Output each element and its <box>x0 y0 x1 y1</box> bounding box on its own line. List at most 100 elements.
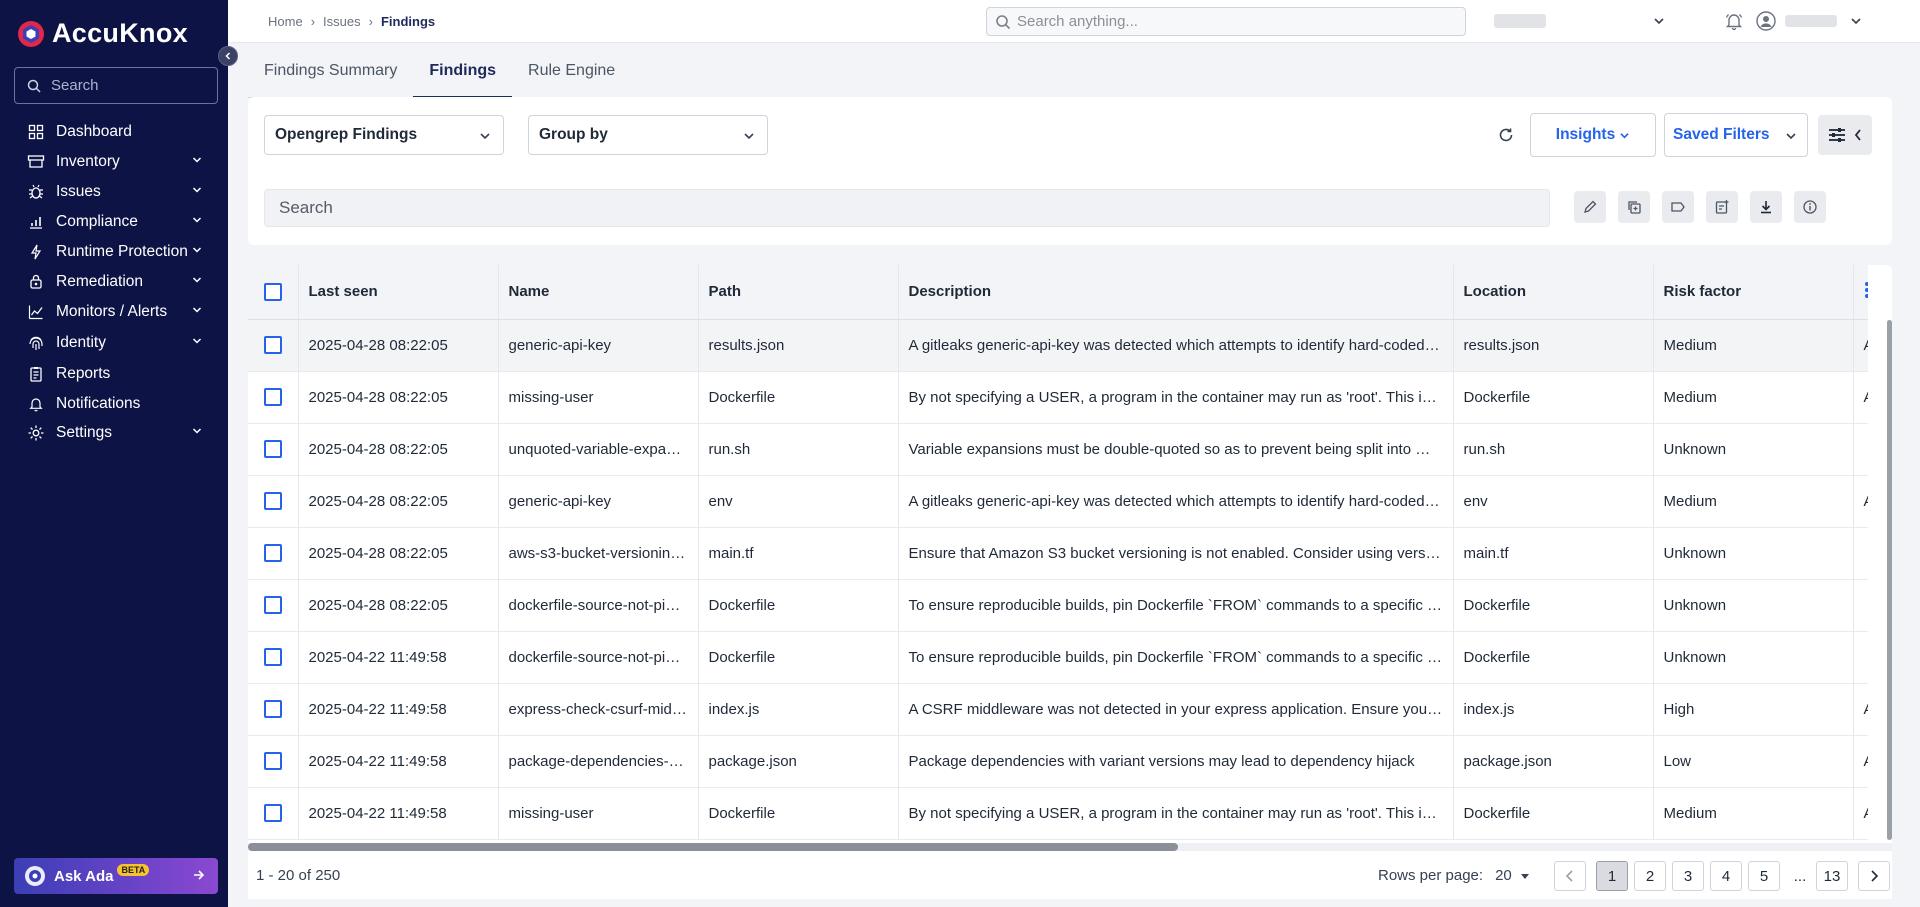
page-button-3[interactable]: 3 <box>1672 861 1704 891</box>
saved-filters-button[interactable]: Saved Filters <box>1664 113 1808 157</box>
cell-description: A CSRF middleware was not detected in yo… <box>898 683 1454 736</box>
insights-button[interactable]: Insights <box>1530 113 1656 157</box>
page-button-1[interactable]: 1 <box>1596 861 1628 891</box>
horizontal-scrollbar-thumb[interactable] <box>248 843 1178 851</box>
tenant-selector[interactable] <box>1494 14 1546 28</box>
wrench-icon <box>26 272 46 292</box>
cell-path: main.tf <box>698 527 899 580</box>
table-row[interactable]: 2025-04-28 08:22:05 missing-user Dockerfil… <box>248 371 1868 424</box>
chevron-right-icon: › <box>368 14 373 29</box>
table-row[interactable]: 2025-04-28 08:22:05 generic-api-key env A g… <box>248 475 1868 528</box>
table-row[interactable]: 2025-04-28 08:22:05 aws-s3-bucket-version… <box>248 527 1868 580</box>
next-page-button[interactable] <box>1858 861 1890 891</box>
group-by-value: Group by <box>539 126 608 143</box>
tab-rule-engine[interactable]: Rule Engine <box>512 58 631 98</box>
chevron-down-icon[interactable] <box>1653 16 1665 26</box>
vertical-scrollbar[interactable] <box>1887 320 1892 840</box>
row-checkbox-cell <box>248 475 299 528</box>
ada-avatar-icon <box>25 866 45 886</box>
refresh-icon[interactable] <box>1497 126 1515 144</box>
column-header-path[interactable]: Path <box>698 265 899 320</box>
chevron-down-icon[interactable] <box>1850 16 1862 26</box>
pencil-icon <box>1584 200 1597 213</box>
row-checkbox-cell <box>248 579 299 632</box>
breadcrumb-issues[interactable]: Issues <box>323 14 361 29</box>
row-checkbox[interactable] <box>264 492 282 511</box>
row-checkbox[interactable] <box>264 440 282 459</box>
column-header-description[interactable]: Description <box>898 265 1454 320</box>
column-header-location[interactable]: Location <box>1453 265 1654 320</box>
download-button[interactable] <box>1750 191 1782 223</box>
more-vertical-icon[interactable] <box>1864 281 1869 299</box>
insights-label: Insights <box>1555 126 1616 143</box>
page-button-4[interactable]: 4 <box>1710 861 1742 891</box>
copy-button[interactable] <box>1618 191 1650 223</box>
page-button-13[interactable]: 13 <box>1816 861 1848 891</box>
column-header-risk-factor[interactable]: Risk factor <box>1653 265 1854 320</box>
prev-page-button[interactable] <box>1554 861 1586 891</box>
user-name <box>1785 15 1837 27</box>
page-button-5[interactable]: 5 <box>1748 861 1780 891</box>
breadcrumb-findings: Findings <box>380 14 436 29</box>
table-row[interactable]: 2025-04-28 08:22:05 dockerfile-source-not… <box>248 579 1868 632</box>
info-button[interactable] <box>1794 191 1826 223</box>
chevron-down-icon <box>192 187 202 193</box>
column-header-name[interactable]: Name <box>498 265 699 320</box>
global-search-input[interactable]: Search anything... <box>986 7 1466 36</box>
sidebar-item-label: Dashboard <box>56 122 132 140</box>
row-checkbox[interactable] <box>264 804 282 823</box>
horizontal-scrollbar[interactable] <box>248 843 1892 851</box>
row-checkbox[interactable] <box>264 648 282 667</box>
cell-risk-factor: Unknown <box>1653 423 1854 476</box>
chevron-right-icon <box>1871 870 1879 882</box>
findings-search-input[interactable]: Search <box>264 189 1550 227</box>
column-settings-button[interactable] <box>1818 115 1872 155</box>
notification-bell-icon[interactable] <box>1724 11 1744 31</box>
row-checkbox[interactable] <box>264 700 282 719</box>
tag-button[interactable] <box>1662 191 1694 223</box>
filter-card: Opengrep Findings Group by Insights Save… <box>248 97 1892 245</box>
user-avatar-icon[interactable] <box>1756 11 1776 31</box>
page-button-2[interactable]: 2 <box>1634 861 1666 891</box>
caret-down-icon <box>1520 873 1529 879</box>
tab-findings-summary[interactable]: Findings Summary <box>248 58 413 98</box>
cell-location: main.tf <box>1453 527 1654 580</box>
sidebar-item-settings[interactable]: Settings <box>0 414 228 451</box>
table-row[interactable]: 2025-04-22 11:49:58 missing-user Dockerfil… <box>248 787 1868 840</box>
cell-risk-factor: Medium <box>1653 371 1854 424</box>
tab-findings[interactable]: Findings <box>413 58 512 98</box>
row-checkbox[interactable] <box>264 544 282 563</box>
sidebar-collapse-button[interactable] <box>218 46 238 66</box>
column-header-last-seen[interactable]: Last seen <box>298 265 499 320</box>
table-row[interactable]: 2025-04-22 11:49:58 dockerfile-source-not… <box>248 631 1868 684</box>
row-checkbox[interactable] <box>264 336 282 355</box>
source-select-value: Opengrep Findings <box>275 126 418 143</box>
table-row[interactable]: 2025-04-22 11:49:58 package-dependencies-… <box>248 735 1868 788</box>
cell-owasp <box>1853 527 1868 580</box>
group-by-select[interactable]: Group by <box>528 115 768 155</box>
sidebar-search-input[interactable]: Search <box>14 67 218 104</box>
table-row[interactable]: 2025-04-28 08:22:05 unquoted-variable-exp… <box>248 423 1868 476</box>
chevron-down-icon <box>192 428 202 434</box>
add-note-button[interactable] <box>1706 191 1738 223</box>
breadcrumb-home[interactable]: Home <box>268 14 303 29</box>
table-row[interactable]: 2025-04-28 08:22:05 generic-api-key result… <box>248 319 1868 372</box>
cell-path: Dockerfile <box>698 631 899 684</box>
edit-button[interactable] <box>1574 191 1606 223</box>
findings-table-container: Last seen Name Path Description Location… <box>248 265 1892 847</box>
row-checkbox[interactable] <box>264 388 282 407</box>
table-row[interactable]: 2025-04-22 11:49:58 express-check-csurf-m… <box>248 683 1868 736</box>
saved-filters-label: Saved Filters <box>1673 126 1770 143</box>
tag-icon <box>1671 202 1685 212</box>
source-select[interactable]: Opengrep Findings <box>264 115 504 155</box>
cell-path: run.sh <box>698 423 899 476</box>
logo[interactable]: AccuKnox <box>16 18 188 49</box>
row-checkbox[interactable] <box>264 752 282 771</box>
select-all-checkbox[interactable] <box>264 282 282 301</box>
rows-per-page-select[interactable]: 20 <box>1495 867 1530 884</box>
row-checkbox[interactable] <box>264 596 282 615</box>
chevron-down-icon <box>192 217 202 223</box>
ask-ada-button[interactable]: Ask Ada BETA <box>14 858 218 894</box>
cell-name: dockerfile-source-not-pinned <box>498 631 699 684</box>
grid-icon <box>26 122 46 142</box>
